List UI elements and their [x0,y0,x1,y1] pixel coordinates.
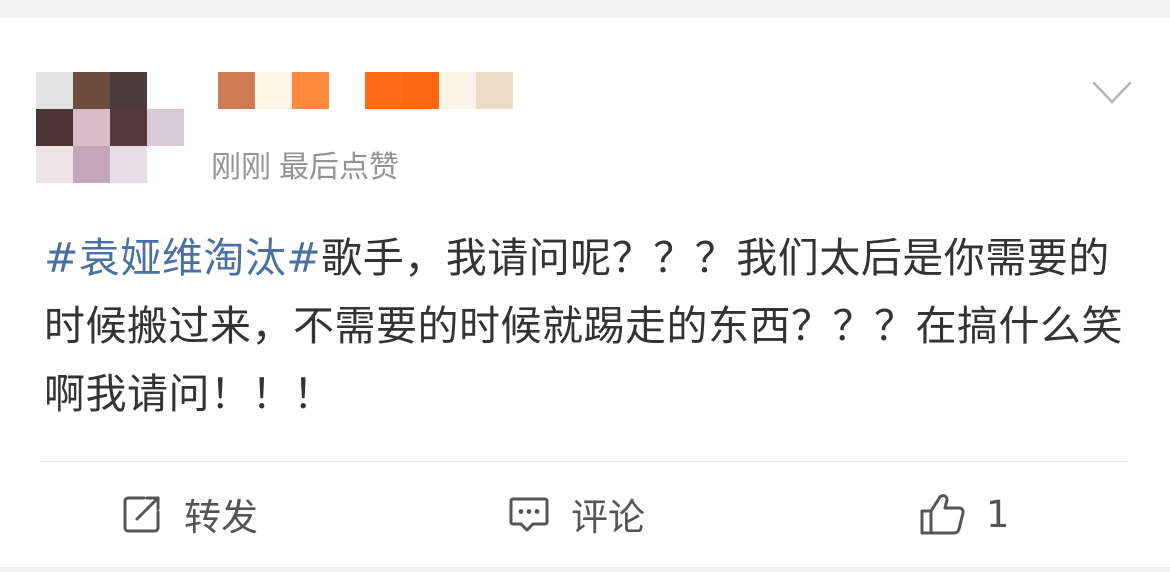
username-pixel [218,72,255,109]
repost-label: 转发 [184,496,258,539]
avatar-pixel [110,72,147,109]
avatar[interactable] [36,72,184,183]
thumbs-up-icon [920,494,965,535]
avatar-pixel [147,146,184,183]
username-pixel [255,72,292,109]
post-meta: 刚刚 最后点赞 [211,148,407,188]
bottom-bar [0,567,1170,572]
like-button[interactable]: 1 [918,488,1010,540]
username-pixel [439,72,476,109]
comment-icon [509,497,549,532]
avatar-pixel [36,109,73,146]
username-pixel [365,72,402,109]
like-count: 1 [986,492,1010,536]
comment-button[interactable]: 评论 [507,488,645,540]
divider [40,461,1128,462]
avatar-pixel [73,109,110,146]
timestamp: 刚刚 [211,150,271,185]
avatar-pixel [110,109,147,146]
last-liked-label: 最后点赞 [279,150,399,185]
avatar-pixel [73,72,110,109]
post-text: #袁娅维淘汰#歌手，我请问呢？？？我们太后是你需要的时候搬过来，不需要的时候就踢… [44,224,1134,428]
avatar-pixel [147,72,184,109]
avatar-pixel [36,146,73,183]
repost-button[interactable]: 转发 [120,488,258,540]
share-icon [123,496,160,533]
chevron-down-icon[interactable] [1092,80,1132,106]
hashtag-link[interactable]: #袁娅维淘汰# [44,234,321,282]
username-pixel [402,72,439,109]
avatar-pixel [110,146,147,183]
username[interactable] [218,72,513,110]
weibo-post-card: 刚刚 最后点赞 #袁娅维淘汰#歌手，我请问呢？？？我们太后是你需要的时候搬过来，不… [0,18,1170,567]
avatar-pixel [36,72,73,109]
comment-label: 评论 [571,496,645,539]
username-pixel [476,72,513,109]
username-pixel [292,72,329,109]
avatar-pixel [73,146,110,183]
avatar-pixel [147,109,184,146]
username-pixel [329,72,365,109]
